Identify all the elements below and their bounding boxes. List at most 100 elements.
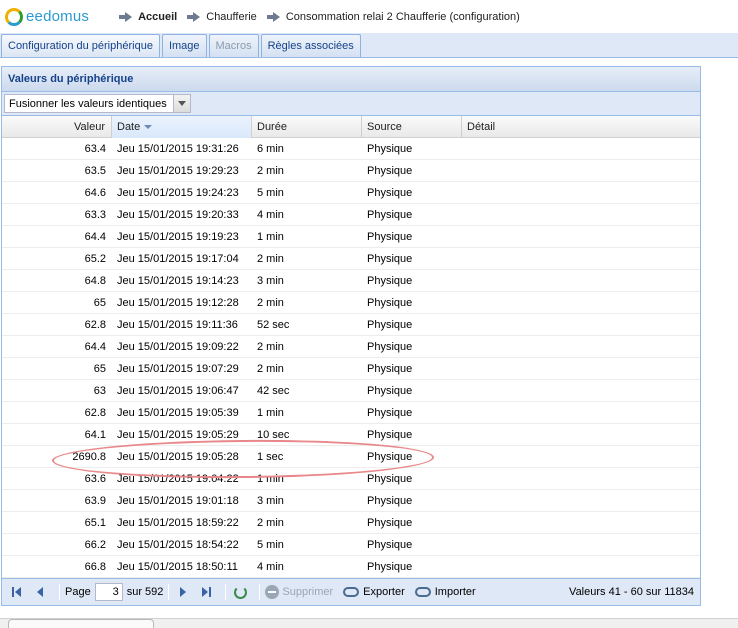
page-label: Page — [65, 586, 91, 598]
cell-duration: 4 min — [257, 560, 284, 573]
column-header-date-label: Date — [117, 121, 141, 133]
cell-date: Jeu 15/01/2015 19:14:23 — [117, 274, 239, 287]
cell-value: 64.8 — [84, 274, 106, 287]
cell-duration: 6 min — [257, 142, 284, 155]
breadcrumb-arrow-icon — [187, 11, 201, 22]
panel-toolbar: Fusionner les valeurs identiques — [2, 92, 700, 116]
tab-associated-rules[interactable]: Règles associées — [260, 34, 361, 57]
eedomus-logo[interactable]: eedomus — [5, 7, 90, 26]
tab-bar: Configuration du périphérique Image Macr… — [0, 33, 738, 58]
cell-date: Jeu 15/01/2015 19:11:36 — [117, 318, 238, 331]
breadcrumb-room[interactable]: Chaufferie — [206, 11, 257, 23]
merge-values-select-value: Fusionner les valeurs identiques — [9, 97, 167, 110]
cell-date: Jeu 15/01/2015 19:12:28 — [117, 296, 239, 309]
table-row[interactable]: 64.6 Jeu 15/01/2015 19:24:23 5 min Physique — [2, 182, 700, 204]
logo-text: eedomus — [26, 8, 90, 25]
column-header-value[interactable]: Valeur — [2, 116, 112, 138]
breadcrumb-device: Consommation relai 2 Chaufferie (configu… — [285, 10, 520, 23]
table-row[interactable]: 64.4 Jeu 15/01/2015 19:09:22 2 min Physique — [2, 336, 700, 358]
cell-value: 65 — [93, 296, 106, 309]
cell-duration: 3 min — [257, 494, 284, 507]
cell-value: 64.4 — [84, 340, 106, 353]
cell-source: Physique — [367, 252, 413, 265]
previous-page-button[interactable] — [31, 583, 49, 601]
cell-date: Jeu 15/01/2015 19:07:29 — [117, 362, 239, 375]
cell-value: 63.9 — [84, 494, 106, 507]
cell-source: Physique — [367, 560, 413, 573]
chevron-down-icon[interactable] — [173, 95, 190, 112]
cell-value: 66.2 — [84, 538, 106, 551]
cell-date: Jeu 15/01/2015 19:24:23 — [117, 186, 239, 199]
cell-source: Physique — [367, 340, 413, 353]
cell-source: Physique — [367, 208, 413, 221]
table-row[interactable]: 65 Jeu 15/01/2015 19:12:28 2 min Physique — [2, 292, 700, 314]
merge-values-select[interactable]: Fusionner les valeurs identiques — [4, 94, 191, 113]
column-header-date[interactable]: Date — [112, 116, 252, 138]
column-header-source[interactable]: Source — [362, 116, 462, 138]
cell-detail — [462, 204, 700, 225]
last-page-button[interactable] — [197, 583, 215, 601]
table-row[interactable]: 64.1 Jeu 15/01/2015 19:05:29 10 sec Physiqu… — [2, 424, 700, 446]
table-row[interactable]: 63.4 Jeu 15/01/2015 19:31:26 6 min Physique — [2, 138, 700, 160]
table-row[interactable]: 63.5 Jeu 15/01/2015 19:29:23 2 min Physique — [2, 160, 700, 182]
table-row[interactable]: 66.2 Jeu 15/01/2015 18:54:22 5 min Physique — [2, 534, 700, 556]
cell-value: 63.6 — [84, 472, 106, 485]
first-page-icon — [12, 587, 22, 597]
cell-value: 65.2 — [84, 252, 106, 265]
table-row[interactable]: 2690.8 Jeu 15/01/2015 19:05:28 1 sec Physiq… — [2, 446, 700, 468]
cell-duration: 2 min — [257, 164, 284, 177]
cell-detail — [462, 182, 700, 203]
export-button[interactable]: Exporter — [343, 586, 405, 598]
table-row[interactable]: 66.8 Jeu 15/01/2015 18:50:11 4 min Physique — [2, 556, 700, 578]
table-row[interactable]: 63.9 Jeu 15/01/2015 19:01:18 3 min Physique — [2, 490, 700, 512]
column-header-detail[interactable]: Détail — [462, 116, 700, 138]
table-row[interactable]: 64.4 Jeu 15/01/2015 19:19:23 1 min Physique — [2, 226, 700, 248]
import-button[interactable]: Importer — [414, 586, 476, 598]
next-page-icon — [180, 587, 187, 597]
cell-source: Physique — [367, 296, 413, 309]
cell-date: Jeu 15/01/2015 19:20:33 — [117, 208, 239, 221]
breadcrumb-home[interactable]: Accueil — [138, 11, 177, 23]
cell-detail — [462, 490, 700, 511]
column-header-duration[interactable]: Durée — [252, 116, 362, 138]
cell-date: Jeu 15/01/2015 18:54:22 — [117, 538, 239, 551]
bottom-tab — [8, 619, 154, 628]
cell-duration: 2 min — [257, 340, 284, 353]
cell-date: Jeu 15/01/2015 19:04:22 — [117, 472, 239, 485]
table-row[interactable]: 63 Jeu 15/01/2015 19:06:47 42 sec Physique — [2, 380, 700, 402]
cell-value: 66.8 — [84, 560, 106, 573]
table-row[interactable]: 65.2 Jeu 15/01/2015 19:17:04 2 min Physique — [2, 248, 700, 270]
cell-value: 63.3 — [84, 208, 106, 221]
first-page-button[interactable] — [8, 583, 26, 601]
table-row[interactable]: 63.3 Jeu 15/01/2015 19:20:33 4 min Physique — [2, 204, 700, 226]
cell-detail — [462, 292, 700, 313]
cell-detail — [462, 314, 700, 335]
cell-value: 63.4 — [84, 142, 106, 155]
cell-duration: 1 min — [257, 472, 284, 485]
tab-macros: Macros — [208, 34, 259, 57]
cell-source: Physique — [367, 406, 413, 419]
cell-source: Physique — [367, 428, 413, 441]
table-row[interactable]: 65.1 Jeu 15/01/2015 18:59:22 2 min Physique — [2, 512, 700, 534]
table-row[interactable]: 64.8 Jeu 15/01/2015 19:14:23 3 min Physique — [2, 270, 700, 292]
paging-toolbar: Page sur 592 Supprimer Exporter Importer… — [2, 578, 700, 605]
grid-body: 63.4 Jeu 15/01/2015 19:31:26 6 min Physique… — [2, 138, 700, 579]
table-row[interactable]: 63.6 Jeu 15/01/2015 19:04:22 1 min Physique — [2, 468, 700, 490]
table-row[interactable]: 62.8 Jeu 15/01/2015 19:11:36 52 sec Physiqu… — [2, 314, 700, 336]
refresh-button[interactable] — [231, 583, 249, 601]
cell-date: Jeu 15/01/2015 19:29:23 — [117, 164, 239, 177]
page-number-input[interactable] — [94, 583, 123, 601]
next-page-button[interactable] — [174, 583, 192, 601]
cell-value: 63 — [93, 384, 106, 397]
table-row[interactable]: 65 Jeu 15/01/2015 19:07:29 2 min Physique — [2, 358, 700, 380]
tab-device-configuration[interactable]: Configuration du périphérique — [1, 34, 160, 57]
tab-image[interactable]: Image — [161, 34, 207, 57]
cell-duration: 1 sec — [257, 450, 284, 463]
table-row[interactable]: 62.8 Jeu 15/01/2015 19:05:39 1 min Physique — [2, 402, 700, 424]
toolbar-separator — [259, 584, 261, 600]
cell-detail — [462, 160, 700, 181]
cell-duration: 3 min — [257, 274, 284, 287]
cell-source: Physique — [367, 318, 413, 331]
previous-page-icon — [37, 587, 43, 597]
cell-source: Physique — [367, 274, 413, 287]
